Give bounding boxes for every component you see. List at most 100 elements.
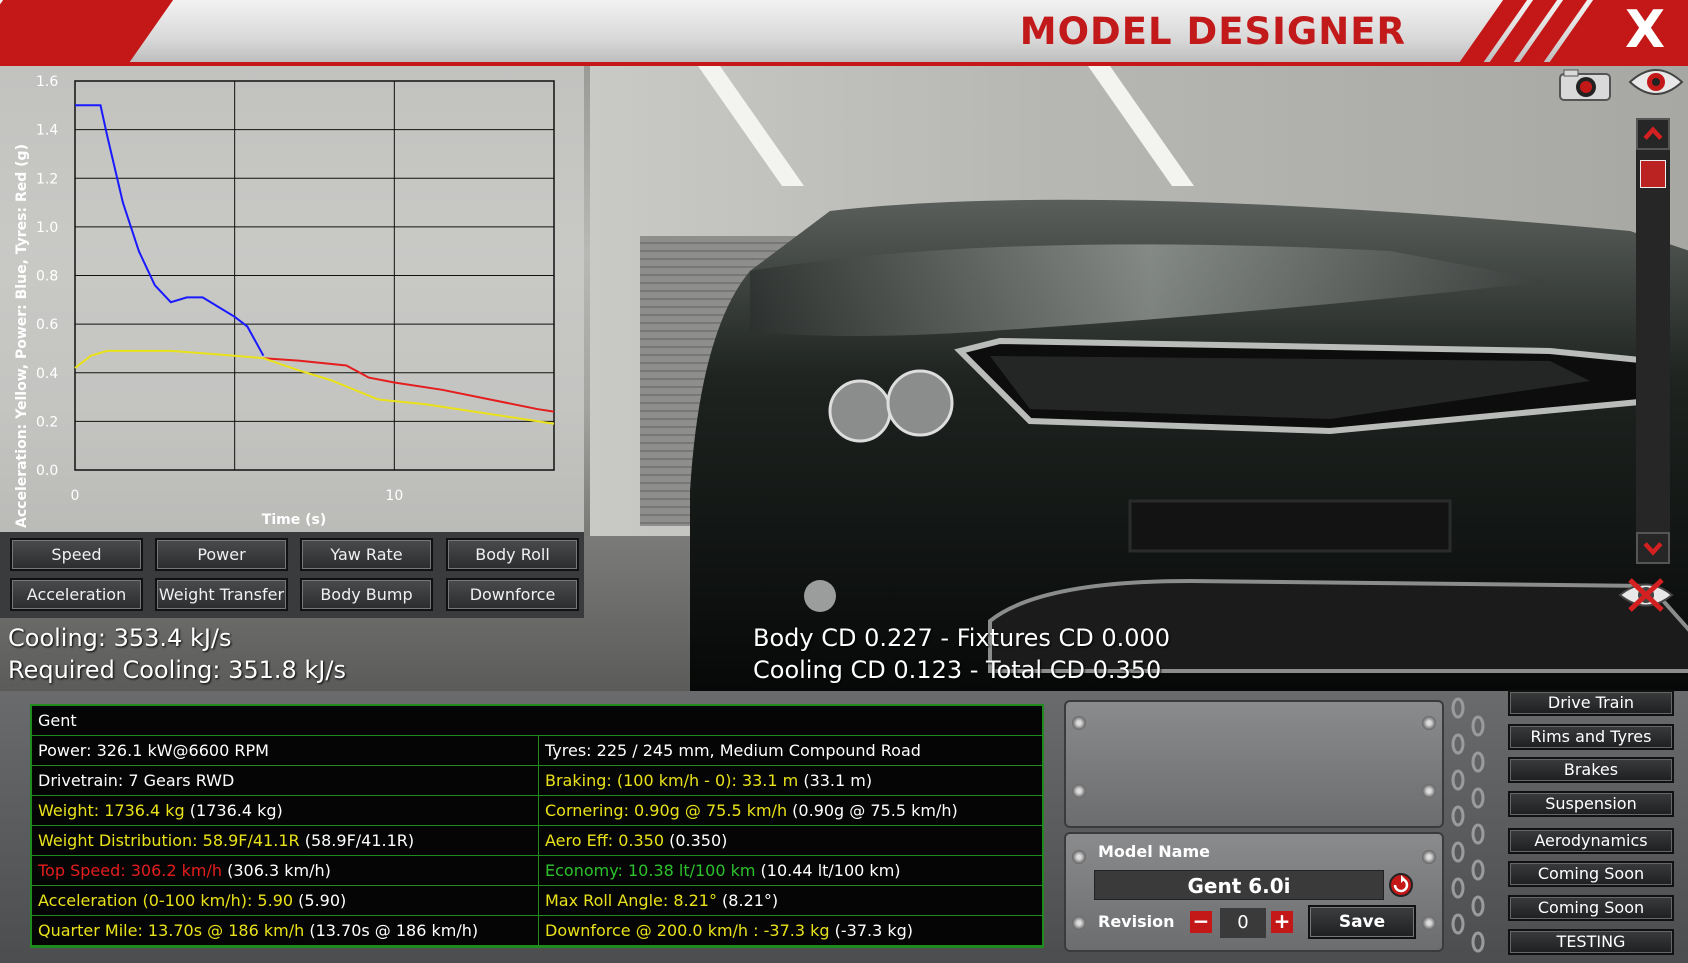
table-row: Quarter Mile: 13.70s @ 186 km/h (13.70s …: [32, 916, 1042, 946]
rivet-icon: [1422, 850, 1436, 864]
rivet-icon: [1072, 850, 1086, 864]
stat-value: Cornering: 0.90g @ 75.5 km/h: [545, 801, 788, 820]
stat-value: Aero Eff: 0.350: [545, 831, 665, 850]
chart-series: [74, 104, 555, 425]
y-tick-label: 1.6: [36, 74, 58, 90]
table-row: Drivetrain: 7 Gears RWD Braking: (100 km/…: [32, 766, 1042, 796]
nav-aerodynamics-button[interactable]: Aerodynamics: [1508, 828, 1674, 854]
telemetry-chart: 1.6 1.4 1.2 1.0 0.8 0.6 0.4 0.2 0.0 0 10 Accelera…: [14, 74, 555, 528]
stat-cell-right: Max Roll Angle: 8.21° (8.21°): [538, 886, 1042, 915]
revision-increment-button[interactable]: +: [1271, 911, 1293, 933]
graph-downforce-button[interactable]: Downforce: [446, 578, 579, 611]
body-cd-stat: Body CD 0.227 - Fixtures CD 0.000: [753, 624, 1171, 652]
car-stats-table: Gent Power: 326.1 kW@6600 RPM Tyres: 225 …: [30, 704, 1044, 948]
x-tick-labels: 0 10: [71, 488, 404, 504]
stat-reference-value: (5.90): [293, 891, 347, 910]
stat-reference-value: (10.44 lt/100 km): [755, 861, 901, 880]
stat-cell-left: Quarter Mile: 13.70s @ 186 km/h (13.70s …: [32, 916, 538, 945]
y-tick-label: 0.4: [36, 366, 58, 382]
revision-decrement-button[interactable]: −: [1190, 911, 1212, 933]
stat-cell-left: Top Speed: 306.2 km/h (306.3 km/h): [32, 856, 538, 885]
stat-reference-value: (306.3 km/h): [222, 861, 331, 880]
stat-reference-value: (0.350): [664, 831, 728, 850]
stat-value: Power: 326.1 kW@6600 RPM: [38, 741, 269, 760]
empty-plate: [1064, 700, 1444, 828]
scroll-up-button[interactable]: [1636, 118, 1670, 150]
scroll-down-button[interactable]: [1636, 532, 1670, 564]
y-tick-label: 0.0: [36, 463, 58, 479]
stat-reference-value: (1736.4 kg): [184, 801, 283, 820]
stat-value: Max Roll Angle: 8.21°: [545, 891, 717, 910]
x-tick-label: 0: [71, 488, 80, 504]
nav-suspension-button[interactable]: Suspension: [1508, 791, 1674, 817]
x-tick-label: 10: [385, 488, 403, 504]
nav-rims-and-tyres-button[interactable]: Rims and Tyres: [1508, 724, 1674, 750]
stat-cell-right: Aero Eff: 0.350 (0.350): [538, 826, 1042, 855]
nav-coming-soon-button-2[interactable]: Coming Soon: [1508, 895, 1674, 921]
x-axis-label: Time (s): [262, 512, 326, 528]
graph-body-bump-button[interactable]: Body Bump: [300, 578, 433, 611]
y-tick-label: 0.2: [36, 414, 58, 430]
scrollbar-thumb[interactable]: [1640, 160, 1666, 188]
nav-brakes-button[interactable]: Brakes: [1508, 757, 1674, 783]
stat-value: Quarter Mile: 13.70s @ 186 km/h: [38, 921, 305, 940]
stat-value: Weight Distribution: 58.9F/41.1R: [38, 831, 300, 850]
stat-value: Downforce @ 200.0 km/h : -37.3 kg: [545, 921, 830, 940]
stat-value: Acceleration (0-100 km/h): 5.90: [38, 891, 294, 910]
table-row: Acceleration (0-100 km/h): 5.90 (5.90) Ma…: [32, 886, 1042, 916]
graph-yaw-rate-button[interactable]: Yaw Rate: [300, 538, 433, 571]
graph-mode-buttons: Speed Power Yaw Rate Body Roll Accelerat…: [0, 532, 584, 618]
stat-cell-right: Economy: 10.38 lt/100 km (10.44 lt/100 k…: [538, 856, 1042, 885]
graph-weight-transfer-button[interactable]: Weight Transfer: [155, 578, 288, 611]
rivet-icon: [1422, 716, 1436, 730]
graph-power-button[interactable]: Power: [155, 538, 288, 571]
stat-value: Tyres: 225 / 245 mm, Medium Compound Roa…: [545, 741, 921, 760]
nav-coming-soon-button[interactable]: Coming Soon: [1508, 861, 1674, 887]
page-title: MODEL DESIGNER: [1019, 10, 1406, 53]
graph-body-roll-button[interactable]: Body Roll: [446, 538, 579, 571]
stat-reference-value: (8.21°): [716, 891, 779, 910]
nav-testing-button[interactable]: TESTING: [1508, 929, 1674, 955]
y-axis-label: Acceleration: Yellow, Power: Blue, Tyres…: [14, 144, 30, 528]
stat-cell-left: Acceleration (0-100 km/h): 5.90 (5.90): [32, 886, 538, 915]
car-model-render: [690, 199, 1688, 691]
stat-reference-value: (33.1 m): [798, 771, 873, 790]
revision-label: Revision: [1098, 912, 1175, 931]
stat-value: Braking: (100 km/h - 0): 33.1 m: [545, 771, 799, 790]
y-tick-labels: 1.6 1.4 1.2 1.0 0.8 0.6 0.4 0.2 0.0: [36, 74, 58, 479]
stat-cell-left: Power: 326.1 kW@6600 RPM: [32, 736, 538, 765]
rivet-icon: [1422, 916, 1436, 930]
save-button[interactable]: Save: [1308, 905, 1416, 939]
table-row: Top Speed: 306.2 km/h (306.3 km/h) Econom…: [32, 856, 1042, 886]
stat-cell-right: Braking: (100 km/h - 0): 33.1 m (33.1 m): [538, 766, 1042, 795]
model-name-label: Model Name: [1098, 842, 1210, 861]
table-row: Weight: 1736.4 kg (1736.4 kg) Cornering: …: [32, 796, 1042, 826]
reset-name-icon[interactable]: [1388, 872, 1414, 898]
required-cooling-stat: Required Cooling: 351.8 kJ/s: [8, 656, 346, 684]
rivet-icon: [1072, 784, 1086, 798]
model-name-input[interactable]: Gent 6.0i: [1094, 870, 1384, 900]
stat-cell-right: Cornering: 0.90g @ 75.5 km/h (0.90g @ 75…: [538, 796, 1042, 825]
y-tick-label: 0.6: [36, 317, 58, 333]
graph-speed-button[interactable]: Speed: [10, 538, 143, 571]
eye-icon[interactable]: [1628, 64, 1684, 100]
revision-value[interactable]: 0: [1220, 908, 1266, 938]
close-button[interactable]: X: [1618, 2, 1672, 58]
stat-reference-value: (0.90g @ 75.5 km/h): [787, 801, 958, 820]
nav-drive-train-button[interactable]: Drive Train: [1508, 690, 1674, 716]
camera-icon[interactable]: [1558, 68, 1612, 102]
stat-value: Drivetrain: 7 Gears RWD: [38, 771, 235, 790]
header-bar: MODEL DESIGNER X: [0, 0, 1688, 66]
stat-cell-right: Downforce @ 200.0 km/h : -37.3 kg (-37.3…: [538, 916, 1042, 945]
table-header-row: Gent: [32, 706, 1042, 736]
rivet-icon: [1072, 916, 1086, 930]
stat-reference-value: (13.70s @ 186 km/h): [304, 921, 479, 940]
rivet-icon: [1072, 716, 1086, 730]
car-name-label: Gent: [38, 711, 77, 730]
chart-grid: [74, 80, 555, 471]
stat-cell-left: Weight: 1736.4 kg (1736.4 kg): [32, 796, 538, 825]
hide-view-icon[interactable]: [1616, 574, 1676, 616]
graph-acceleration-button[interactable]: Acceleration: [10, 578, 143, 611]
table-row: Weight Distribution: 58.9F/41.1R (58.9F/…: [32, 826, 1042, 856]
cooling-cd-stat: Cooling CD 0.123 - Total CD 0.350: [753, 656, 1162, 684]
